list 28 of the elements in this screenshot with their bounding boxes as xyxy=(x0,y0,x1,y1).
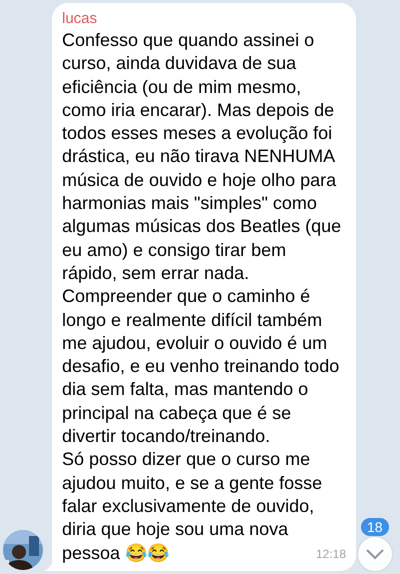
message-text-line: diria que hoje sou uma nova xyxy=(62,518,288,542)
message-text-line: Compreender que o caminho é xyxy=(62,285,310,308)
message-text-line: Confesso que quando assinei o xyxy=(62,29,314,52)
chevron-down-icon xyxy=(365,548,385,560)
message-text-line: dia sem falta, mas mantendo o xyxy=(62,378,308,402)
message-text-line: divertir tocando/treinando. xyxy=(62,425,270,448)
message-text-line: pessoa 😂😂 xyxy=(62,542,170,565)
scroll-down-button[interactable] xyxy=(357,536,393,572)
message-time: 12:18 xyxy=(316,546,346,563)
message-text-line: harmonias mais "simples" como xyxy=(62,192,317,216)
message-text-line: principal na cabeça que é se xyxy=(62,402,292,425)
message-text-line: curso, ainda duvidava de sua xyxy=(62,52,296,76)
message-text-line: longo e realmente difícil também xyxy=(62,308,322,332)
message-text-line: música de ouvido e hoje olho para xyxy=(62,168,336,192)
message-text-line: desafio, e eu venho treinando todo xyxy=(62,355,340,378)
message-text-line: algumas músicas dos Beatles (que xyxy=(62,215,342,238)
message-text-line: ajudou muito, e se a gente fosse xyxy=(62,472,322,495)
unread-badge: 18 xyxy=(361,518,389,536)
message-text-line: drástica, eu não tirava NENHUMA xyxy=(62,145,336,168)
message-text-line: eficiência (ou de mim mesmo, xyxy=(62,76,302,99)
message-text-line: me ajudou, evoluir o ouvido é um xyxy=(62,332,328,355)
message-text-line: eu amo) e consigo tirar bem xyxy=(62,238,286,262)
sender-name: lucas xyxy=(62,10,98,28)
message-text-line: todos esses meses a evolução foi xyxy=(62,122,332,146)
message-text-line: rápido, sem errar nada. xyxy=(62,262,250,285)
message-text-line: como iria encarar). Mas depois de xyxy=(62,98,334,122)
message-text-line: falar exclusivamente de ouvido, xyxy=(62,494,314,518)
message-text-line: Só posso dizer que o curso me xyxy=(62,448,310,472)
